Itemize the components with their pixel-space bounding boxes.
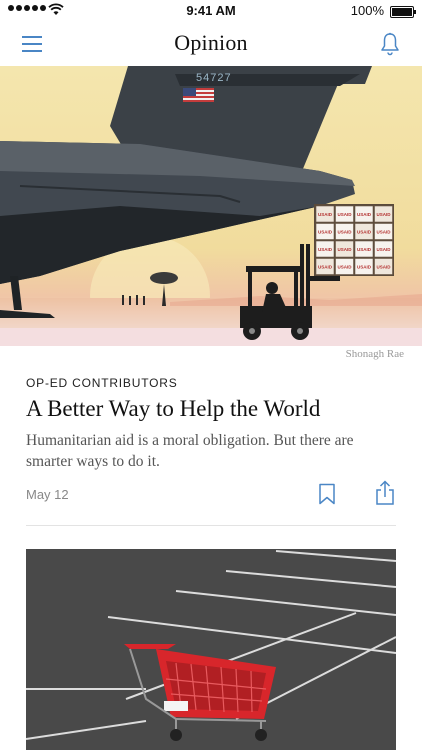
crate-label: USAID — [337, 230, 352, 235]
shopping-cart-parking-lot-photo — [26, 549, 396, 750]
bookmark-icon[interactable] — [318, 483, 336, 505]
crate-label: USAID — [337, 247, 352, 252]
article-divider — [26, 525, 396, 526]
crate-label: USAID — [376, 212, 391, 217]
battery-percent: 100% — [350, 3, 384, 18]
next-article-image[interactable] — [26, 549, 396, 750]
crate-label: USAID — [318, 265, 333, 270]
cargo-plane-illustration: 54727 USAID USAID USAID USAIDUSAID USAID… — [0, 66, 422, 346]
section-title: Opinion — [174, 30, 248, 55]
article-summary[interactable]: Humanitarian aid is a moral obligation. … — [26, 430, 402, 472]
crate-label: USAID — [357, 265, 372, 270]
crate-label: USAID — [376, 230, 391, 235]
crate-label: USAID — [376, 265, 391, 270]
crate-label: USAID — [357, 247, 372, 252]
crate-label: USAID — [357, 212, 372, 217]
article-kicker[interactable]: OP-ED CONTRIBUTORS — [26, 376, 178, 390]
battery-icon — [390, 6, 416, 18]
nav-bar: Opinion — [0, 22, 422, 66]
crate-label: USAID — [318, 230, 333, 235]
tail-number-text: 54727 — [196, 72, 232, 84]
share-icon[interactable] — [374, 480, 396, 506]
crate-label: USAID — [337, 265, 352, 270]
status-bar: 9:41 AM 100% — [0, 0, 422, 22]
crate-label: USAID — [318, 247, 333, 252]
crate-label: USAID — [376, 247, 391, 252]
crate-label: USAID — [318, 212, 333, 217]
article-date: May 12 — [26, 487, 69, 502]
photo-credit: Shonagh Rae — [345, 348, 404, 360]
article-headline[interactable]: A Better Way to Help the World — [26, 394, 406, 424]
bell-icon[interactable] — [380, 32, 400, 56]
hero-image[interactable]: 54727 USAID USAID USAID USAID USAID USAI… — [0, 66, 422, 346]
crate-label: USAID — [357, 230, 372, 235]
crate-label: USAID — [337, 212, 352, 217]
